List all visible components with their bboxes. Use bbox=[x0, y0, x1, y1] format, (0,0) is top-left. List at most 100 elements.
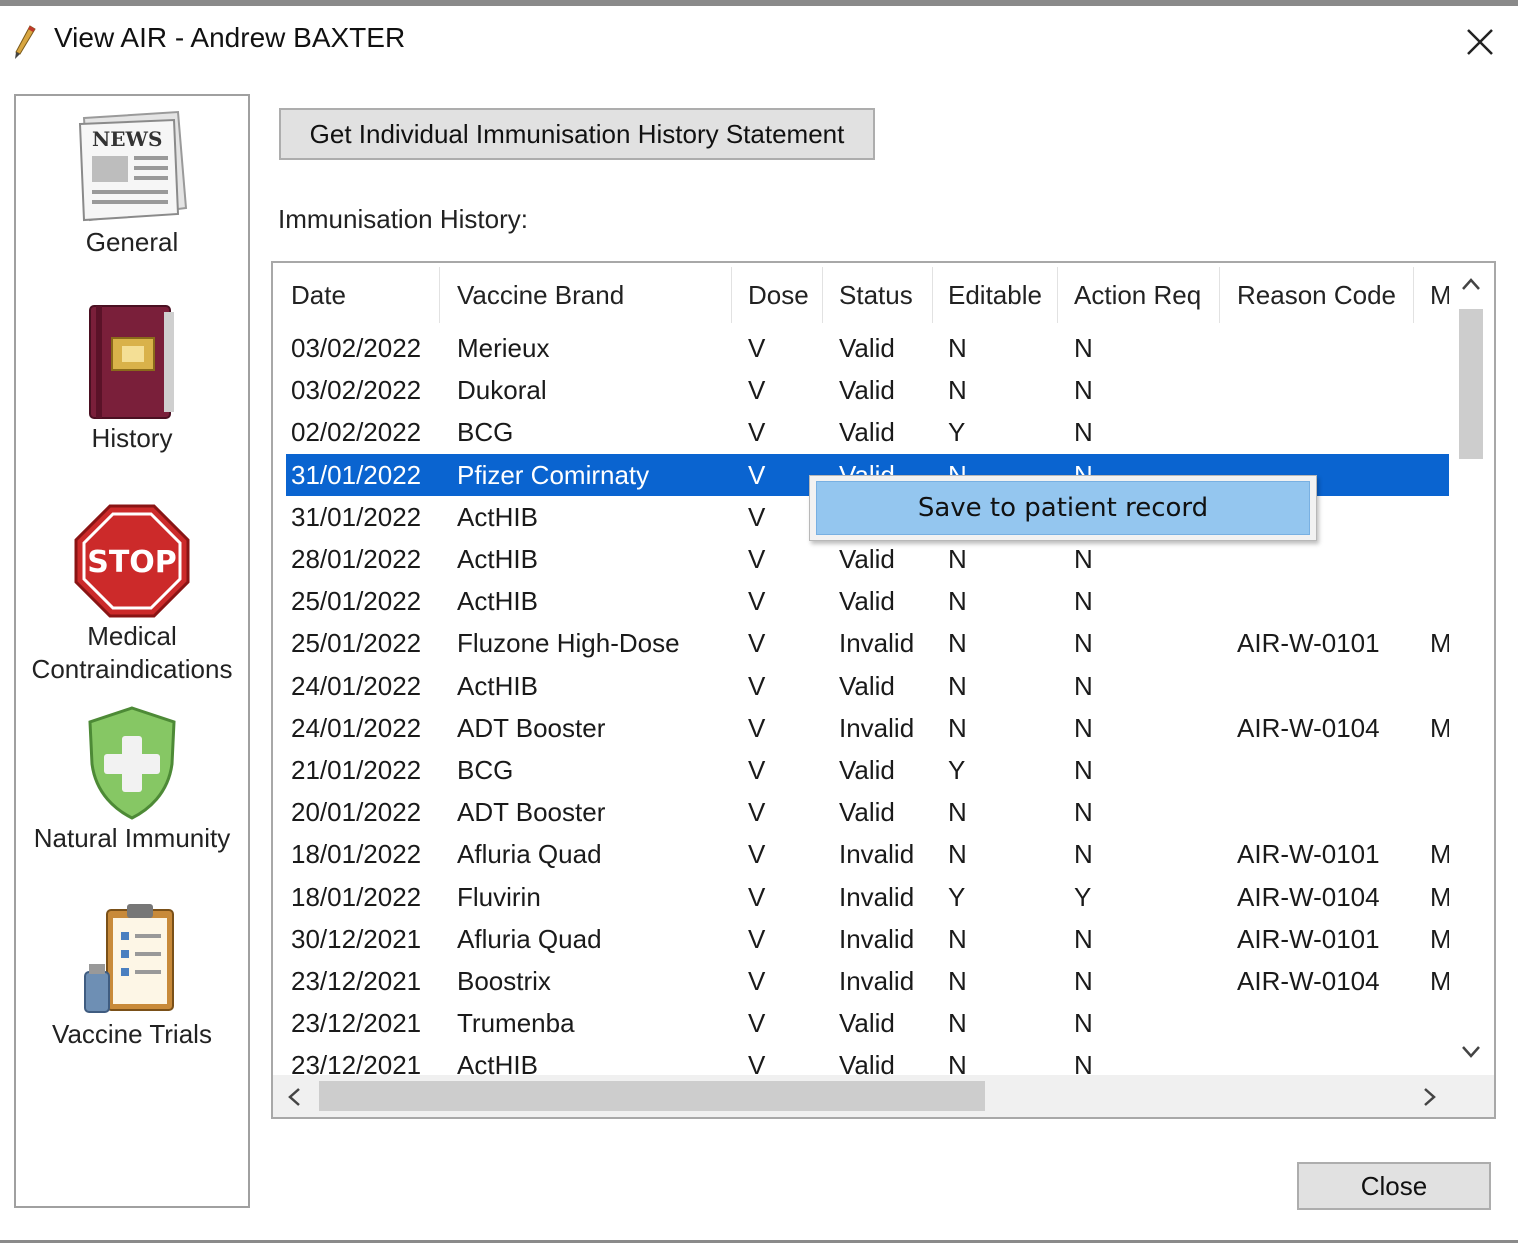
table-header: Date Vaccine Brand Dose Status Editable … bbox=[273, 263, 1449, 327]
cell-dose: V bbox=[748, 628, 766, 659]
table-row[interactable]: 03/02/2022 Merieux V Valid N N bbox=[273, 327, 1449, 369]
horizontal-scroll-thumb[interactable] bbox=[319, 1081, 985, 1111]
svg-text:NEWS: NEWS bbox=[92, 127, 162, 151]
cell-m: M bbox=[1430, 876, 1449, 918]
table-viewport: Date Vaccine Brand Dose Status Editable … bbox=[273, 263, 1449, 1075]
cell-status: Invalid bbox=[839, 881, 915, 912]
column-header-status[interactable]: Status bbox=[839, 263, 913, 327]
table-row[interactable]: 23/12/2021 ActHIB V Valid N N bbox=[273, 1044, 1449, 1075]
window-bottom-border bbox=[0, 1240, 1518, 1243]
cell-action-req: N bbox=[1074, 712, 1093, 743]
cell-dose: V bbox=[748, 375, 766, 406]
table-row[interactable]: 30/12/2021 Afluria Quad V Invalid N N AIR-W-01… bbox=[273, 918, 1449, 960]
cell-date: 31/01/2022 bbox=[291, 459, 422, 490]
cell-vaccine-brand: ActHIB bbox=[457, 544, 538, 574]
table-row[interactable]: 02/02/2022 BCG V Valid Y N bbox=[273, 411, 1449, 453]
column-divider[interactable] bbox=[1219, 267, 1220, 323]
cell-dose: V bbox=[748, 670, 766, 701]
table-row[interactable]: 18/01/2022 Fluvirin V Invalid Y Y AIR-W-0104 M bbox=[273, 876, 1449, 918]
horizontal-scrollbar[interactable] bbox=[273, 1075, 1494, 1117]
cell-action-req: N bbox=[1074, 544, 1093, 574]
cell-status: Valid bbox=[839, 755, 895, 785]
column-divider[interactable] bbox=[932, 267, 933, 323]
column-divider[interactable] bbox=[1057, 267, 1058, 323]
sidebar-item-general[interactable]: NEWS General bbox=[16, 108, 248, 259]
column-divider[interactable] bbox=[731, 267, 732, 323]
table-row[interactable]: 23/12/2021 Boostrix V Invalid N N AIR-W-0104 M bbox=[273, 960, 1449, 1002]
column-header-dose[interactable]: Dose bbox=[748, 263, 809, 327]
cell-vaccine-brand: ActHIB bbox=[457, 670, 538, 701]
column-divider[interactable] bbox=[439, 267, 440, 323]
cell-dose: V bbox=[748, 544, 766, 574]
title-bar: View AIR - Andrew BAXTER bbox=[0, 6, 1518, 68]
table-row[interactable]: 03/02/2022 Dukoral V Valid N N bbox=[273, 369, 1449, 411]
cell-date: 21/01/2022 bbox=[291, 755, 422, 785]
table-row[interactable]: 23/12/2021 Trumenba V Valid N N bbox=[273, 1002, 1449, 1044]
table-row[interactable]: 28/01/2022 ActHIB V Valid N N bbox=[273, 538, 1449, 580]
sidebar-item-label: History bbox=[91, 423, 173, 453]
cell-m: M bbox=[1430, 833, 1449, 875]
column-divider[interactable] bbox=[822, 267, 823, 323]
cell-editable: N bbox=[948, 544, 967, 574]
scroll-left-icon[interactable] bbox=[287, 1087, 301, 1107]
column-header-editable[interactable]: Editable bbox=[948, 263, 1042, 327]
cell-status: Valid bbox=[839, 417, 895, 448]
cell-vaccine-brand: Afluria Quad bbox=[457, 923, 602, 954]
vertical-scrollbar[interactable] bbox=[1449, 263, 1494, 1075]
sidebar-item-label: Natural Immunity bbox=[33, 823, 231, 853]
table-row[interactable]: 20/01/2022 ADT Booster V Valid N N bbox=[273, 791, 1449, 833]
column-header-vaccine-brand[interactable]: Vaccine Brand bbox=[457, 263, 624, 327]
get-statement-button[interactable]: Get Individual Immunisation History Stat… bbox=[279, 108, 875, 160]
cell-action-req: N bbox=[1074, 797, 1093, 828]
table-row[interactable]: 24/01/2022 ActHIB V Valid N N bbox=[273, 665, 1449, 707]
column-header-date[interactable]: Date bbox=[291, 263, 346, 327]
column-header-m[interactable]: M bbox=[1430, 263, 1449, 327]
sidebar-item-natural-immunity[interactable]: Natural Immunity bbox=[16, 704, 248, 855]
cell-date: 25/01/2022 bbox=[291, 628, 422, 659]
cell-dose: V bbox=[748, 839, 766, 870]
vertical-scroll-thumb[interactable] bbox=[1459, 309, 1483, 459]
sidebar-item-vaccine-trials[interactable]: Vaccine Trials bbox=[16, 902, 248, 1051]
cell-editable: N bbox=[948, 712, 967, 743]
cell-vaccine-brand: Boostrix bbox=[457, 966, 551, 996]
cell-dose: V bbox=[748, 966, 766, 996]
cell-dose: V bbox=[748, 501, 766, 532]
close-icon[interactable] bbox=[1462, 24, 1498, 60]
table-row[interactable]: 21/01/2022 BCG V Valid Y N bbox=[273, 749, 1449, 791]
cell-status: Invalid bbox=[839, 712, 915, 743]
cell-action-req: N bbox=[1074, 586, 1093, 617]
cell-m: M bbox=[1430, 918, 1449, 960]
table-row[interactable]: 25/01/2022 ActHIB V Valid N N bbox=[273, 580, 1449, 622]
column-header-reason-code[interactable]: Reason Code bbox=[1237, 263, 1396, 327]
cell-status: Valid bbox=[839, 544, 895, 574]
table-row[interactable]: 25/01/2022 Fluzone High-Dose V Invalid N N AIR… bbox=[273, 622, 1449, 664]
cell-editable: Y bbox=[948, 755, 966, 785]
cell-reason-code: AIR-W-0104 bbox=[1237, 966, 1380, 996]
scroll-up-icon[interactable] bbox=[1461, 277, 1481, 291]
column-header-action-req[interactable]: Action Req bbox=[1074, 263, 1201, 327]
cell-editable: Y bbox=[948, 417, 966, 448]
cell-status: Valid bbox=[839, 586, 895, 617]
sidebar-item-medical-contraindications[interactable]: STOP Medical Contraindications bbox=[16, 502, 248, 686]
cell-action-req: N bbox=[1074, 333, 1093, 363]
column-divider[interactable] bbox=[1413, 267, 1414, 323]
scroll-down-icon[interactable] bbox=[1461, 1045, 1481, 1059]
table-row[interactable]: 24/01/2022 ADT Booster V Invalid N N AIR-W-010… bbox=[273, 707, 1449, 749]
close-button[interactable]: Close bbox=[1297, 1162, 1491, 1210]
save-to-patient-record-menu-item[interactable]: Save to patient record bbox=[816, 481, 1310, 535]
scroll-right-icon[interactable] bbox=[1423, 1087, 1437, 1107]
sidebar-item-history[interactable]: History bbox=[16, 302, 248, 455]
newspaper-icon: NEWS bbox=[78, 110, 188, 222]
cell-editable: N bbox=[948, 966, 967, 996]
cell-action-req: Y bbox=[1074, 881, 1092, 912]
immunisation-history-table[interactable]: Date Vaccine Brand Dose Status Editable … bbox=[271, 261, 1496, 1119]
cell-m: M bbox=[1430, 707, 1449, 749]
cell-dose: V bbox=[748, 1008, 766, 1039]
cell-action-req: N bbox=[1074, 417, 1093, 448]
cell-vaccine-brand: BCG bbox=[457, 417, 514, 448]
cell-status: Valid bbox=[839, 375, 895, 406]
table-row[interactable]: 18/01/2022 Afluria Quad V Invalid N N AIR-W-01… bbox=[273, 833, 1449, 875]
cell-dose: V bbox=[748, 586, 766, 617]
cell-vaccine-brand: ADT Booster bbox=[457, 797, 606, 828]
cell-editable: N bbox=[948, 375, 967, 406]
